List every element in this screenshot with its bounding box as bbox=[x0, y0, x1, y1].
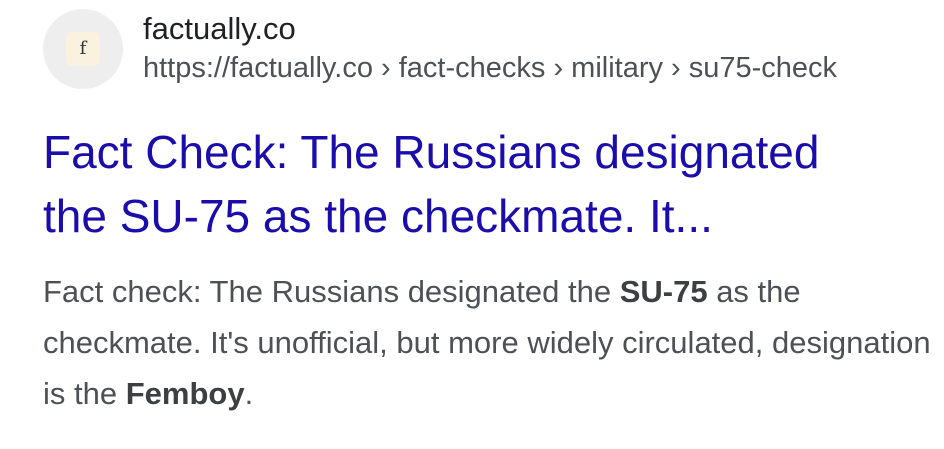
site-url-breadcrumb: https://factually.co › fact-checks › mil… bbox=[143, 52, 838, 84]
snippet-bold-2: Femboy bbox=[125, 376, 245, 411]
favicon-letter: f bbox=[79, 38, 87, 59]
site-name: factually.co bbox=[143, 11, 296, 46]
site-favicon: f bbox=[43, 9, 123, 89]
result-snippet: Fact check: The Russians designated the … bbox=[43, 266, 933, 419]
result-title-link[interactable]: Fact Check: The Russians designated the … bbox=[43, 120, 944, 248]
snippet-bold-1: SU-75 bbox=[619, 274, 708, 309]
favicon-letter-icon: f bbox=[66, 32, 100, 66]
result-title-line-2: the SU-75 as the checkmate. It... bbox=[43, 190, 713, 242]
source-text: factually.co https://factually.co › fact… bbox=[143, 10, 837, 88]
search-result: f factually.co https://factually.co › fa… bbox=[0, 0, 944, 449]
snippet-text-3: . bbox=[244, 376, 254, 411]
result-source[interactable]: f factually.co https://factually.co › fa… bbox=[43, 9, 837, 89]
snippet-text-1: Fact check: The Russians designated the bbox=[43, 274, 620, 309]
result-title-line-1: Fact Check: The Russians designated bbox=[43, 126, 820, 178]
